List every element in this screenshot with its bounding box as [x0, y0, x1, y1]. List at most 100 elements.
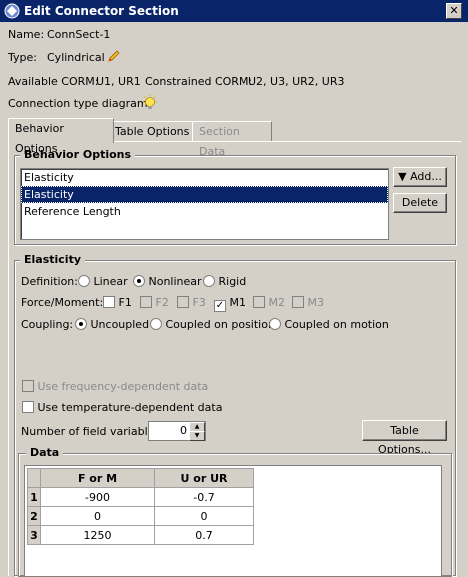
type-value: Cylindrical	[47, 51, 105, 64]
add-button-label: Add...	[410, 170, 442, 183]
field-variables-label: Number of field variables:	[21, 425, 164, 438]
table-options-button[interactable]: Table Options...	[362, 420, 447, 456]
m1-checkbox[interactable]: ✓ M1	[214, 296, 246, 312]
available-corm-label: Available CORM:	[8, 75, 99, 88]
radio-label: Nonlinear	[148, 275, 202, 288]
tab-section-data: Section Data	[192, 121, 272, 158]
checkbox-label: M1	[229, 296, 247, 309]
delete-button-label: Delete	[401, 196, 439, 209]
table-cell[interactable]: 0.7	[154, 525, 254, 545]
title-bar: Edit Connector Section ✕	[0, 0, 468, 22]
radio-label: Rigid	[218, 275, 247, 288]
checkbox-label: F3	[192, 296, 206, 309]
f2-checkbox: F2	[140, 296, 169, 309]
table-corner	[27, 468, 41, 488]
type-label: Type:	[8, 51, 37, 64]
checkbox-label: F2	[155, 296, 169, 309]
tab-label: Table Options	[115, 125, 190, 138]
list-item-selected[interactable]: Elasticity	[21, 186, 388, 203]
checkbox-label: M2	[268, 296, 286, 309]
coupling-uncoupled-radio[interactable]: Uncoupled	[75, 318, 149, 331]
radio-label: Coupled on motion	[284, 318, 389, 331]
pencil-icon[interactable]	[106, 48, 122, 64]
coupling-label: Coupling:	[21, 318, 74, 331]
app-icon	[4, 3, 20, 19]
close-button[interactable]: ✕	[446, 3, 462, 19]
table-row: 1 -900 -0.7	[27, 487, 254, 507]
lightbulb-icon[interactable]	[141, 94, 159, 112]
radio-selected-icon	[133, 275, 145, 287]
radio-label: Uncoupled	[90, 318, 150, 331]
data-table[interactable]: F or M U or UR 1 -900 -0.7 2 0 0 3 1250 …	[27, 468, 254, 545]
name-label: Name:	[8, 28, 45, 41]
checkbox-icon	[22, 401, 34, 413]
table-cell[interactable]: 1250	[40, 525, 155, 545]
checkbox-icon	[292, 296, 304, 308]
m3-checkbox: M3	[292, 296, 324, 309]
frequency-checkbox: Use frequency-dependent data	[22, 380, 208, 393]
checkmark-icon: ✓	[214, 300, 226, 312]
checkbox-icon	[22, 380, 34, 392]
spinner-value[interactable]: 0	[180, 424, 187, 437]
tab-label: Behavior Options	[15, 122, 64, 155]
field-variables-spinner[interactable]: 0 ▲ ▼	[148, 421, 206, 441]
temperature-checkbox[interactable]: Use temperature-dependent data	[22, 401, 222, 414]
checkbox-icon	[103, 296, 115, 308]
tab-table-options[interactable]: Table Options	[108, 121, 198, 142]
definition-linear-radio[interactable]: Linear	[78, 275, 128, 288]
table-row: 3 1250 0.7	[27, 525, 254, 545]
checkbox-label: Use frequency-dependent data	[37, 380, 209, 393]
table-cell[interactable]: -0.7	[154, 487, 254, 507]
available-corm-value: U1, UR1	[96, 75, 141, 88]
spinner-down-icon[interactable]: ▼	[189, 431, 205, 441]
data-table-area[interactable]: F or M U or UR 1 -900 -0.7 2 0 0 3 1250 …	[24, 465, 442, 577]
close-icon: ✕	[449, 4, 459, 17]
constrained-corm-label: Constrained CORM:	[145, 75, 253, 88]
table-options-button-label: Table Options...	[378, 424, 431, 456]
window-title: Edit Connector Section	[24, 4, 179, 18]
add-button[interactable]: ▼ Add...	[393, 167, 447, 187]
radio-selected-icon	[75, 318, 87, 330]
m2-checkbox: M2	[253, 296, 285, 309]
definition-rigid-radio[interactable]: Rigid	[203, 275, 246, 288]
tab-behavior-options[interactable]: Behavior Options	[8, 118, 114, 155]
column-header[interactable]: F or M	[40, 468, 155, 488]
behavior-list[interactable]: Elasticity Elasticity Reference Length	[20, 168, 389, 240]
definition-label: Definition:	[21, 275, 78, 288]
constrained-corm-value: U2, U3, UR2, UR3	[248, 75, 345, 88]
diagram-label: Connection type diagram:	[8, 97, 152, 110]
radio-label: Linear	[93, 275, 128, 288]
radio-icon	[269, 318, 281, 330]
checkbox-label: F1	[118, 296, 132, 309]
table-cell[interactable]: 0	[40, 506, 155, 526]
coupling-position-radio[interactable]: Coupled on position	[150, 318, 275, 331]
delete-button[interactable]: Delete	[393, 193, 447, 213]
checkbox-label: Use temperature-dependent data	[37, 401, 223, 414]
data-title: Data	[26, 446, 64, 459]
row-header[interactable]: 2	[27, 506, 41, 526]
list-item[interactable]: Reference Length	[21, 203, 388, 220]
name-value: ConnSect-1	[47, 28, 111, 41]
checkbox-icon	[140, 296, 152, 308]
checkbox-icon	[177, 296, 189, 308]
table-row: 2 0 0	[27, 506, 254, 526]
definition-nonlinear-radio[interactable]: Nonlinear	[133, 275, 202, 288]
table-cell[interactable]: 0	[154, 506, 254, 526]
elasticity-title: Elasticity	[20, 253, 86, 266]
table-cell[interactable]: -900	[40, 487, 155, 507]
radio-icon	[78, 275, 90, 287]
f3-checkbox: F3	[177, 296, 206, 309]
column-header[interactable]: U or UR	[154, 468, 254, 488]
coupling-motion-radio[interactable]: Coupled on motion	[269, 318, 389, 331]
radio-icon	[150, 318, 162, 330]
radio-label: Coupled on position	[165, 318, 275, 331]
radio-icon	[203, 275, 215, 287]
row-header[interactable]: 3	[27, 525, 41, 545]
f1-checkbox[interactable]: F1	[103, 296, 132, 309]
list-item[interactable]: Elasticity	[21, 169, 388, 186]
dropdown-arrow-icon: ▼	[398, 170, 407, 183]
row-header[interactable]: 1	[27, 487, 41, 507]
checkbox-label: M3	[307, 296, 325, 309]
force-moment-label: Force/Moment:	[21, 296, 104, 309]
checkbox-icon	[253, 296, 265, 308]
